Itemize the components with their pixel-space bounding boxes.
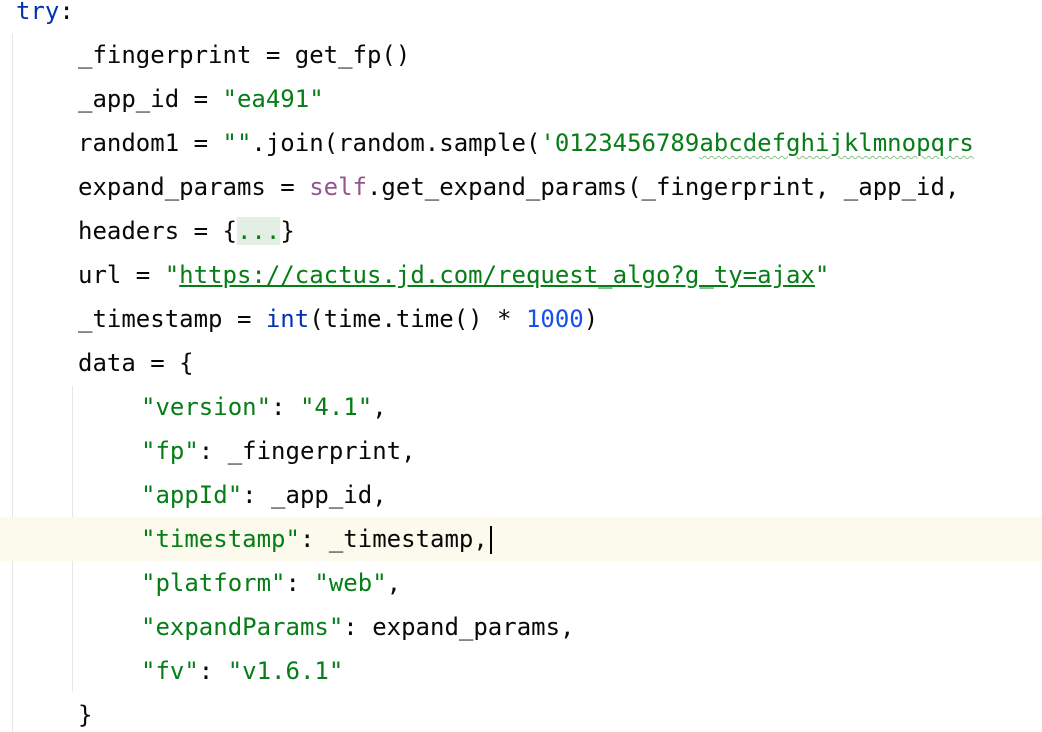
string-literal: "v1.6.1" (227, 657, 344, 685)
code-line-3[interactable]: _app_id = "ea491" (0, 77, 1042, 121)
line-text: "timestamp": _timestamp, (141, 517, 492, 561)
comma: , (386, 569, 402, 597)
line-text: random1 = "".join(random.sample('0123456… (78, 121, 974, 165)
self-keyword: self (309, 173, 367, 201)
code-line-14[interactable]: "platform": "web", (0, 561, 1042, 605)
line-text: "fv": "v1.6.1" (141, 649, 343, 693)
line-text: } (78, 701, 93, 729)
line-text: "expandParams": expand_params, (141, 605, 574, 649)
dict-key: "timestamp" (141, 525, 300, 553)
keyword-try: try (16, 0, 60, 25)
quote: " (164, 261, 180, 289)
brace: } (280, 217, 295, 245)
code-line-16[interactable]: "fv": "v1.6.1" (0, 649, 1042, 693)
assign: headers = { (78, 217, 237, 245)
assign: _app_id = (78, 85, 223, 113)
colon: : (271, 393, 300, 421)
line-text: "version": "4.1", (141, 385, 387, 429)
builtin-int: int (265, 305, 310, 333)
code-line-1[interactable]: try: (0, 0, 1042, 33)
assign: expand_params = (78, 173, 310, 201)
string-literal: "web" (314, 569, 387, 597)
number-literal: 1000 (525, 305, 584, 333)
code-line-2[interactable]: _fingerprint = get_fp() (0, 33, 1042, 77)
value: : _fingerprint, (198, 437, 416, 465)
colon: : (198, 657, 228, 685)
typo-underlined-string: abcdefghijklmnopqrs (699, 129, 974, 157)
value: : _timestamp, (299, 525, 488, 553)
line-text: expand_params = self.get_expand_params(_… (78, 165, 959, 209)
code-line-4[interactable]: random1 = "".join(random.sample('0123456… (0, 121, 1042, 165)
dict-key: "fp" (141, 437, 199, 465)
dict-key: "appId" (141, 481, 243, 509)
code-line-7[interactable]: url = "https://cactus.jd.com/request_alg… (0, 253, 1042, 297)
line-text: "fp": _fingerprint, (141, 429, 416, 473)
assign: _timestamp = (78, 305, 266, 333)
code-editor[interactable]: try: _fingerprint = get_fp() _app_id = "… (0, 0, 1042, 732)
comma: , (372, 393, 387, 421)
dict-key: "fv" (141, 657, 199, 685)
folded-region[interactable]: ... (236, 217, 281, 245)
dict-key: "platform" (141, 569, 286, 597)
string-literal: "4.1" (299, 393, 373, 421)
line-text: _fingerprint = get_fp() (78, 41, 411, 69)
string-literal: "" (222, 129, 252, 157)
line-text: url = "https://cactus.jd.com/request_alg… (78, 253, 829, 297)
line-text: data = { (78, 349, 194, 377)
assign: url = (78, 261, 165, 289)
code-line-5[interactable]: expand_params = self.get_expand_params(_… (0, 165, 1042, 209)
url-link[interactable]: https://cactus.jd.com/request_algo?g_ty=… (179, 261, 815, 289)
string-literal: '0123456789 (540, 129, 700, 157)
code-line-current[interactable]: "timestamp": _timestamp, (0, 517, 1042, 561)
code-line-10[interactable]: "version": "4.1", (0, 385, 1042, 429)
colon: : (59, 0, 74, 25)
value: : _app_id, (242, 481, 387, 509)
call: .join(random.sample( (251, 129, 541, 157)
assign: random1 = (78, 129, 223, 157)
line-text: _timestamp = int(time.time() * 1000) (78, 297, 598, 341)
line-text: try: (16, 0, 74, 33)
code-line-12[interactable]: "appId": _app_id, (0, 473, 1042, 517)
code-line-8[interactable]: _timestamp = int(time.time() * 1000) (0, 297, 1042, 341)
line-text: headers = {...} (78, 209, 295, 253)
code-line-9[interactable]: data = { (0, 341, 1042, 385)
value: : expand_params, (343, 613, 575, 641)
text-cursor (489, 526, 492, 554)
paren: ) (583, 305, 599, 333)
line-text: _app_id = "ea491" (78, 77, 324, 121)
code-line-17[interactable]: } (0, 693, 1042, 732)
code-line-6[interactable]: headers = {...} (0, 209, 1042, 253)
call: (time.time() * (309, 305, 526, 333)
call: .get_expand_params(_fingerprint, _app_id… (366, 173, 960, 201)
dict-key: "expandParams" (141, 613, 344, 641)
code-line-11[interactable]: "fp": _fingerprint, (0, 429, 1042, 473)
dict-key: "version" (141, 393, 272, 421)
code-line-15[interactable]: "expandParams": expand_params, (0, 605, 1042, 649)
line-text: "appId": _app_id, (141, 473, 387, 517)
string-literal: "ea491" (222, 85, 324, 113)
colon: : (285, 569, 315, 597)
quote: " (814, 261, 830, 289)
line-text: "platform": "web", (141, 561, 401, 605)
